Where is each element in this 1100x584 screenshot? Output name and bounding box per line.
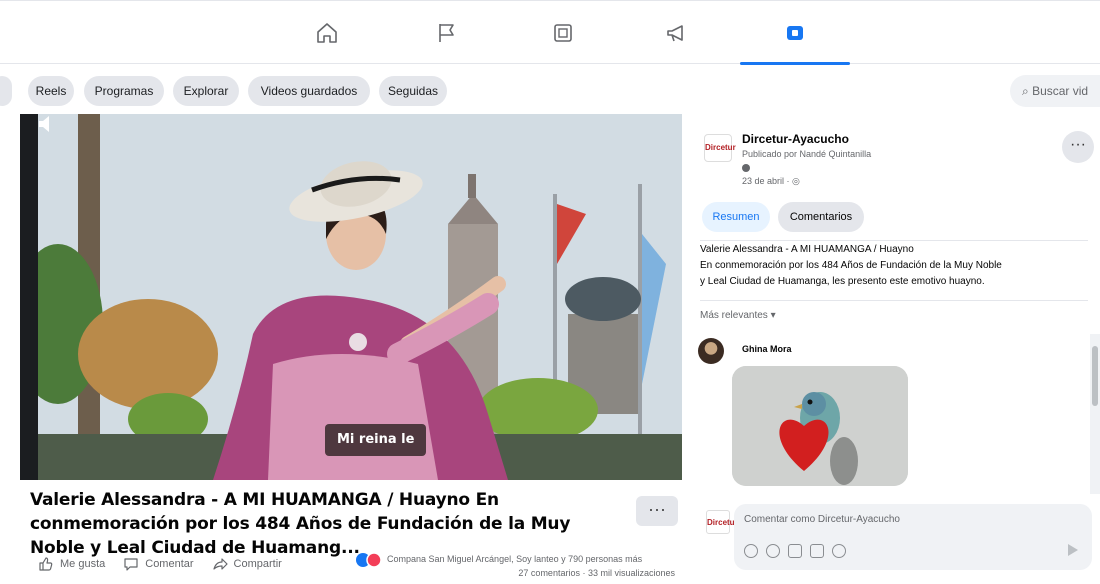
comment-label: Comentar	[145, 558, 194, 570]
video-icon	[787, 26, 803, 40]
top-navigation-bar	[0, 0, 1100, 65]
camera-icon[interactable]	[788, 544, 802, 558]
description-line: Valerie Alessandra - A MI HUAMANGA / Hua…	[700, 244, 914, 255]
send-icon[interactable]	[1068, 544, 1078, 556]
home-icon	[317, 23, 337, 43]
video-caption: Mi reina le	[325, 424, 427, 456]
search-videos-input[interactable]: ⌕ Buscar vid	[1010, 75, 1100, 107]
description-line: y Leal Ciudad de Huamanga, les presento …	[700, 276, 985, 287]
tab-comentarios[interactable]: Comentarios	[778, 202, 864, 232]
page-avatar[interactable]: Dircetur	[704, 134, 736, 162]
post-description: Valerie Alessandra - A MI HUAMANGA / Hua…	[700, 242, 1080, 290]
tab-resumen[interactable]: Resumen	[702, 202, 770, 232]
reactions-summary[interactable]: Compana San Miguel Arcángel, Soy lanteo …	[355, 551, 685, 581]
chip-scroll-left[interactable]	[0, 76, 12, 106]
comment-input[interactable]: Comentar como Dircetur-Ayacucho	[744, 514, 900, 525]
chip-programas[interactable]: Programas	[84, 76, 164, 106]
nav-video[interactable]	[740, 1, 850, 65]
flag-icon	[439, 24, 454, 42]
thumbs-up-icon	[39, 557, 53, 571]
video-title: Valerie Alessandra - A MI HUAMANGA / Hua…	[30, 490, 571, 558]
like-label: Me gusta	[60, 558, 106, 570]
nav-home[interactable]	[272, 1, 382, 65]
video-stats: 27 comentarios · 33 mil visualizaciones	[518, 568, 675, 578]
nav-marketplace[interactable]	[508, 1, 618, 65]
video-filter-bar: Reels Programas Explorar Videos guardado…	[0, 68, 1100, 112]
comment-icon	[124, 558, 138, 571]
post-date-text: 23 de abril ·	[742, 176, 793, 186]
divider	[700, 300, 1088, 301]
comment-button[interactable]: Comentar	[123, 556, 194, 572]
reactions-text: Compana San Miguel Arcángel, Soy lanteo …	[387, 554, 643, 564]
avatar-sticker-icon[interactable]	[744, 544, 758, 558]
posted-by: Publicado por Nandé Quintanilla	[742, 149, 872, 159]
share-button[interactable]: Compartir	[212, 556, 282, 572]
share-label: Compartir	[233, 558, 282, 570]
sticker-icon[interactable]	[832, 544, 846, 558]
description-line: En conmemoración por los 484 Años de Fun…	[700, 260, 1002, 271]
chip-explorar[interactable]: Explorar	[173, 76, 239, 106]
bird-heart-sticker	[732, 366, 908, 486]
post-more-button[interactable]: ···	[1062, 131, 1094, 163]
video-more-button[interactable]: ···	[636, 496, 678, 526]
gif-icon[interactable]	[810, 544, 824, 558]
globe-icon: ◎	[792, 176, 800, 186]
share-icon	[212, 558, 228, 570]
search-icon: ⌕	[1022, 84, 1033, 98]
page-name[interactable]: Dircetur-Ayacucho	[742, 132, 849, 146]
megaphone-icon	[667, 25, 683, 42]
volume-icon[interactable]	[38, 114, 52, 134]
composer-toolbar	[744, 544, 854, 558]
badge-icon	[742, 164, 750, 172]
marketplace-icon	[554, 24, 572, 42]
nav-ads[interactable]	[622, 1, 732, 65]
search-placeholder: Buscar vid	[1032, 84, 1089, 98]
post-date[interactable]: 23 de abril · ◎	[742, 176, 800, 187]
nav-pages[interactable]	[392, 1, 502, 65]
like-button[interactable]: Me gusta	[38, 556, 105, 572]
commenter-avatar[interactable]	[698, 338, 724, 364]
comment-composer[interactable]: Comentar como Dircetur-Ayacucho	[734, 504, 1092, 570]
chip-seguidas[interactable]: Seguidas	[379, 76, 447, 106]
video-actions: Me gusta Comentar Compartir	[38, 552, 300, 576]
video-frame: Mi reina le	[38, 114, 682, 480]
reaction-icons	[356, 552, 382, 568]
comment-sticker-image[interactable]	[732, 366, 908, 486]
scrollbar-thumb[interactable]	[1092, 346, 1098, 406]
video-player[interactable]: Mi reina le	[20, 114, 682, 480]
divider	[700, 240, 1088, 241]
post-side-panel: Dircetur Dircetur-Ayacucho Publicado por…	[690, 114, 1100, 584]
comment-sort-dropdown[interactable]: Más relevantes ▾	[700, 310, 776, 321]
chip-videos-guardados[interactable]: Videos guardados	[248, 76, 370, 106]
commenter-name[interactable]: Ghina Mora	[742, 344, 792, 354]
emoji-icon[interactable]	[766, 544, 780, 558]
composer-avatar: Dircetur	[706, 510, 738, 534]
chip-reels[interactable]: Reels	[28, 76, 74, 106]
